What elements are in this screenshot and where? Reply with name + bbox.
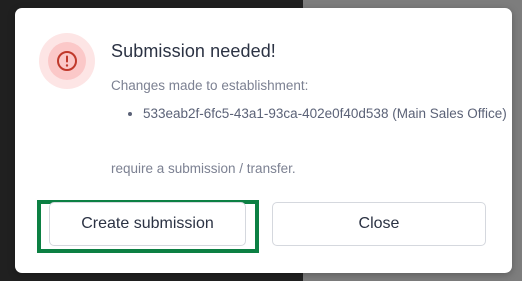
create-submission-button[interactable]: Create submission [49, 202, 246, 246]
alert-icon-halo [39, 33, 95, 89]
list-item: 533eab2f-6fc5-43a1-93ca-402e0f40d538 (Ma… [143, 104, 513, 123]
changes-list: 533eab2f-6fc5-43a1-93ca-402e0f40d538 (Ma… [111, 104, 513, 123]
changes-outro: require a submission / transfer. [111, 161, 296, 176]
close-button[interactable]: Close [272, 202, 486, 246]
dialog-title: Submission needed! [111, 41, 276, 61]
changes-intro: Changes made to establishment: [111, 78, 309, 93]
alert-circle-icon [48, 42, 86, 80]
submission-dialog: Submission needed! Changes made to estab… [15, 8, 512, 273]
